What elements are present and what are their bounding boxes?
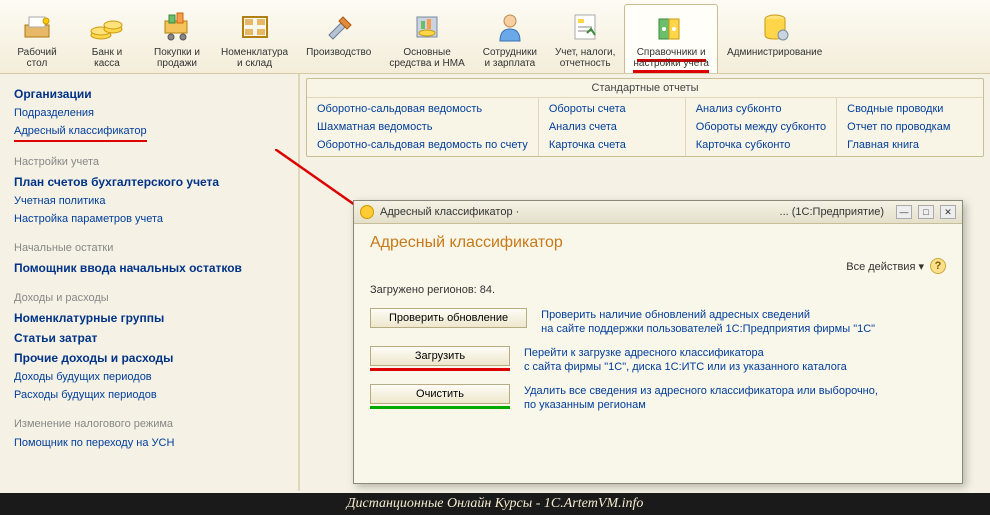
- sidebar-link[interactable]: Помощник ввода начальных остатков: [14, 258, 292, 278]
- minimize-button[interactable]: —: [896, 205, 912, 219]
- folders-icon: [651, 9, 691, 45]
- desk-icon: [17, 9, 57, 45]
- clear-desc: Удалить все сведения из адресного класси…: [524, 384, 878, 412]
- sidebar-link[interactable]: Настройка параметров учета: [14, 210, 292, 228]
- report-link[interactable]: Карточка субконто: [686, 136, 836, 154]
- reports-panel: Стандартные отчеты Оборотно-сальдовая ве…: [306, 78, 984, 157]
- report-link[interactable]: Карточка счета: [539, 136, 685, 154]
- sidebar-group-0: Организации Подразделения Адресный класс…: [14, 84, 292, 142]
- report-icon: [565, 9, 605, 45]
- content-area: Стандартные отчеты Оборотно-сальдовая ве…: [300, 74, 990, 491]
- sidebar-link[interactable]: Статьи затрат: [14, 328, 292, 348]
- toolbar-tax[interactable]: Учет, налоги, отчетность: [546, 4, 624, 73]
- address-classifier-dialog: Адресный классификатор · ... (1С:Предпри…: [353, 200, 963, 484]
- load-button[interactable]: Загрузить: [370, 346, 510, 366]
- sidebar-link[interactable]: Номенклатурные группы: [14, 308, 292, 328]
- sidebar-group-4: Изменение налогового режима Помощник по …: [14, 418, 292, 452]
- sidebar-group-title: Начальные остатки: [14, 242, 292, 254]
- database-icon: [755, 9, 795, 45]
- report-link[interactable]: Оборотно-сальдовая ведомость: [307, 100, 538, 118]
- report-link[interactable]: Отчет по проводкам: [837, 118, 983, 136]
- sidebar-group-title: Доходы и расходы: [14, 292, 292, 304]
- maximize-button[interactable]: □: [918, 205, 934, 219]
- sidebar-link[interactable]: Помощник по переходу на УСН: [14, 434, 292, 452]
- sidebar-group-3: Доходы и расходы Номенклатурные группы С…: [14, 292, 292, 404]
- sidebar-link[interactable]: Учетная политика: [14, 192, 292, 210]
- load-desc: Перейти к загрузке адресного классификат…: [524, 346, 847, 374]
- report-link[interactable]: Анализ счета: [539, 118, 685, 136]
- tools-icon: [319, 9, 359, 45]
- toolbar-production[interactable]: Производство: [297, 4, 380, 73]
- sidebar-link[interactable]: Доходы будущих периодов: [14, 368, 292, 386]
- report-link[interactable]: Сводные проводки: [837, 100, 983, 118]
- footer-watermark: Дистанционные Онлайн Курсы - 1C.ArtemVM.…: [0, 493, 990, 515]
- sidebar-link[interactable]: Расходы будущих периодов: [14, 386, 292, 404]
- main-toolbar: Рабочий стол Банк и касса Покупки и прод…: [0, 0, 990, 74]
- dialog-heading: Адресный классификатор: [370, 234, 946, 252]
- toolbar-sales[interactable]: Покупки и продажи: [142, 4, 212, 73]
- sidebar-group-title: Изменение налогового режима: [14, 418, 292, 430]
- toolbar-staff[interactable]: Сотрудники и зарплата: [474, 4, 546, 73]
- toolbar-assets[interactable]: Основные средства и НМА: [380, 4, 473, 73]
- check-update-button[interactable]: Проверить обновление: [370, 308, 527, 328]
- all-actions-menu[interactable]: Все действия ▾: [846, 260, 924, 273]
- dialog-titlebar[interactable]: Адресный классификатор · ... (1С:Предпри…: [354, 201, 962, 224]
- sidebar: Организации Подразделения Адресный класс…: [0, 74, 300, 491]
- coins-icon: [87, 9, 127, 45]
- clear-button[interactable]: Очистить: [370, 384, 510, 404]
- toolbar-stock[interactable]: Номенклатура и склад: [212, 4, 297, 73]
- report-link[interactable]: Оборотно-сальдовая ведомость по счету: [307, 136, 538, 154]
- check-update-desc: Проверить наличие обновлений адресных св…: [541, 308, 875, 336]
- toolbar-desktop[interactable]: Рабочий стол: [2, 4, 72, 73]
- toolbar-admin[interactable]: Администрирование: [718, 4, 831, 73]
- close-button[interactable]: ✕: [940, 205, 956, 219]
- report-link[interactable]: Шахматная ведомость: [307, 118, 538, 136]
- report-link[interactable]: Обороты счета: [539, 100, 685, 118]
- sidebar-link-organizations[interactable]: Организации: [14, 84, 292, 104]
- sidebar-group-1: Настройки учета План счетов бухгалтерско…: [14, 156, 292, 228]
- sidebar-group-title: Настройки учета: [14, 156, 292, 168]
- person-icon: [490, 9, 530, 45]
- help-icon[interactable]: ?: [930, 258, 946, 274]
- sidebar-link[interactable]: Прочие доходы и расходы: [14, 348, 292, 368]
- report-link[interactable]: Главная книга: [837, 136, 983, 154]
- regions-status: Загружено регионов: 84.: [370, 284, 946, 296]
- safe-icon: [407, 9, 447, 45]
- report-link[interactable]: Анализ субконто: [686, 100, 836, 118]
- report-link[interactable]: Обороты между субконто: [686, 118, 836, 136]
- app-1c-icon: [360, 205, 374, 219]
- sidebar-link-departments[interactable]: Подразделения: [14, 104, 292, 122]
- sidebar-link-address-classifier[interactable]: Адресный классификатор: [14, 122, 147, 142]
- toolbar-settings[interactable]: Справочники и настройки учета: [624, 4, 718, 73]
- reports-panel-title: Стандартные отчеты: [307, 79, 983, 98]
- cart-icon: [157, 9, 197, 45]
- sidebar-link[interactable]: План счетов бухгалтерского учета: [14, 172, 292, 192]
- toolbar-bank[interactable]: Банк и касса: [72, 4, 142, 73]
- shelves-icon: [235, 9, 275, 45]
- sidebar-group-2: Начальные остатки Помощник ввода начальн…: [14, 242, 292, 278]
